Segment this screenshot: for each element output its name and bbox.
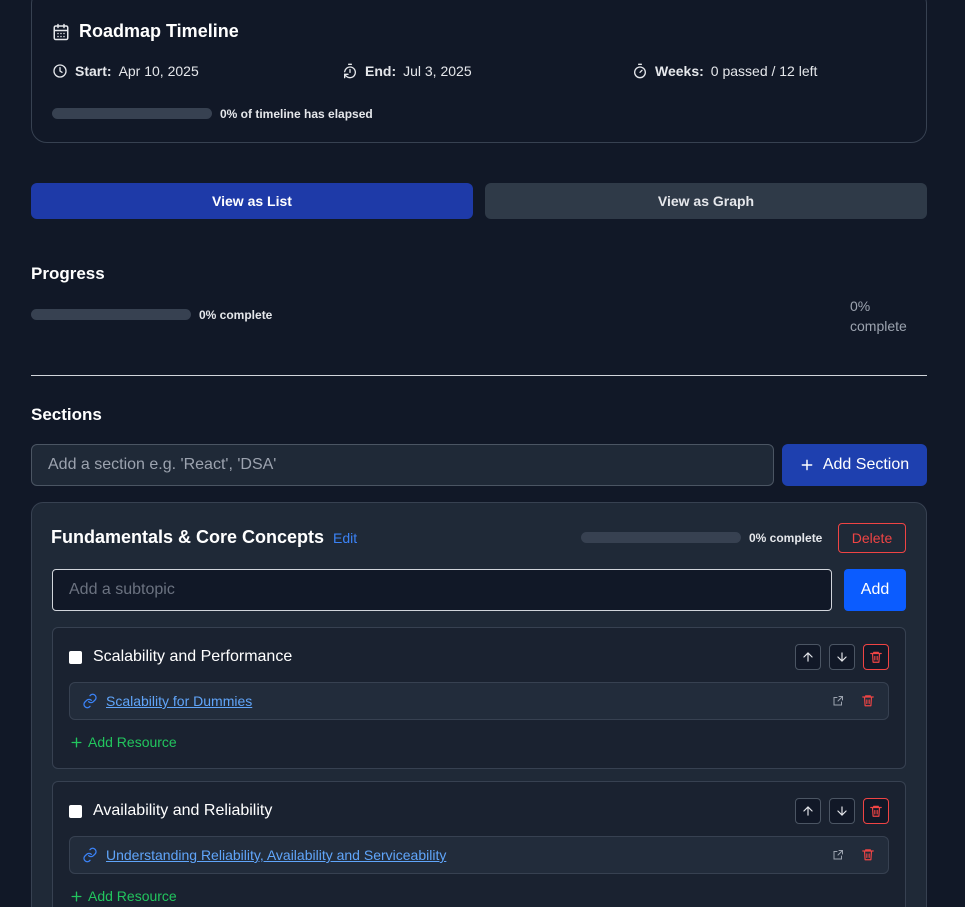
stopwatch-icon (632, 63, 648, 79)
resource-row: Scalability for Dummies (69, 682, 889, 720)
external-link-icon[interactable] (832, 849, 844, 861)
link-icon (82, 693, 98, 709)
weeks-label: Weeks: (655, 63, 704, 79)
plus-icon (70, 890, 83, 903)
trash-icon (869, 804, 883, 818)
add-subtopic-button[interactable]: Add (844, 569, 906, 611)
add-section-button[interactable]: Add Section (782, 444, 927, 486)
delete-resource-button[interactable] (861, 693, 875, 708)
sections-heading: Sections (31, 405, 102, 424)
resource-link[interactable]: Understanding Reliability, Availability … (106, 847, 446, 863)
add-resource-label: Add Resource (88, 888, 177, 904)
section-header: Fundamentals & Core Concepts Edit (51, 527, 357, 548)
progress-heading: Progress (31, 264, 105, 283)
trash-icon (861, 847, 875, 862)
view-as-graph-button[interactable]: View as Graph (485, 183, 927, 219)
move-down-button[interactable] (829, 644, 855, 670)
view-as-list-button[interactable]: View as List (31, 183, 473, 219)
trash-icon (869, 650, 883, 664)
end-label: End: (365, 63, 397, 79)
add-section-input[interactable]: Add a section e.g. 'React', 'DSA' (31, 444, 774, 486)
arrow-up-icon (801, 804, 815, 818)
timeline-end: End: Jul 3, 2025 (342, 63, 472, 79)
add-resource-button[interactable]: Add Resource (70, 888, 177, 904)
move-down-button[interactable] (829, 798, 855, 824)
add-subtopic-placeholder: Add a subtopic (69, 581, 175, 598)
timeline-weeks: Weeks: 0 passed / 12 left (632, 63, 817, 79)
resource-link[interactable]: Scalability for Dummies (106, 693, 252, 709)
weeks-value: 0 passed / 12 left (710, 63, 818, 79)
subtopic-checkbox[interactable] (69, 651, 82, 664)
section-progress-bar (581, 532, 741, 543)
add-resource-label: Add Resource (88, 734, 177, 750)
arrow-down-icon (835, 650, 849, 664)
start-value: Apr 10, 2025 (118, 63, 199, 79)
trash-icon (861, 693, 875, 708)
subtopic-checkbox[interactable] (69, 805, 82, 818)
resource-row: Understanding Reliability, Availability … (69, 836, 889, 874)
section-delete-button[interactable]: Delete (838, 523, 906, 553)
overall-progress-text: 0% complete (199, 308, 273, 322)
plus-icon (800, 458, 814, 472)
section-progress-text: 0% complete (749, 531, 823, 545)
timeline-progress-bar (52, 108, 212, 119)
calendar-icon (52, 23, 70, 41)
delete-resource-button[interactable] (861, 847, 875, 862)
add-resource-button[interactable]: Add Resource (70, 734, 177, 750)
arrow-up-icon (801, 650, 815, 664)
external-link-icon[interactable] (832, 695, 844, 707)
delete-subtopic-button[interactable] (863, 798, 889, 824)
timer-reset-icon (342, 63, 358, 79)
overall-progress-side-text: 0% complete (850, 298, 907, 334)
subtopic-title: Availability and Reliability (93, 802, 273, 819)
arrow-down-icon (835, 804, 849, 818)
move-up-button[interactable] (795, 798, 821, 824)
clock-icon (52, 63, 68, 79)
add-subtopic-input[interactable]: Add a subtopic (52, 569, 832, 611)
divider (31, 375, 927, 376)
subtopic-title: Scalability and Performance (93, 648, 293, 665)
link-icon (82, 847, 98, 863)
add-section-placeholder: Add a section e.g. 'React', 'DSA' (48, 456, 277, 473)
section-title: Fundamentals & Core Concepts (51, 527, 325, 547)
plus-icon (70, 736, 83, 749)
end-value: Jul 3, 2025 (403, 63, 472, 79)
overall-progress-bar (31, 309, 191, 320)
move-up-button[interactable] (795, 644, 821, 670)
delete-subtopic-button[interactable] (863, 644, 889, 670)
timeline-title: Roadmap Timeline (79, 21, 239, 41)
timeline-elapsed-text: 0% of timeline has elapsed (220, 107, 373, 121)
start-label: Start: (75, 63, 112, 79)
section-edit-link[interactable]: Edit (333, 530, 357, 546)
add-section-label: Add Section (822, 456, 910, 473)
timeline-start: Start: Apr 10, 2025 (52, 63, 199, 79)
timeline-header: Roadmap Timeline (52, 21, 239, 42)
